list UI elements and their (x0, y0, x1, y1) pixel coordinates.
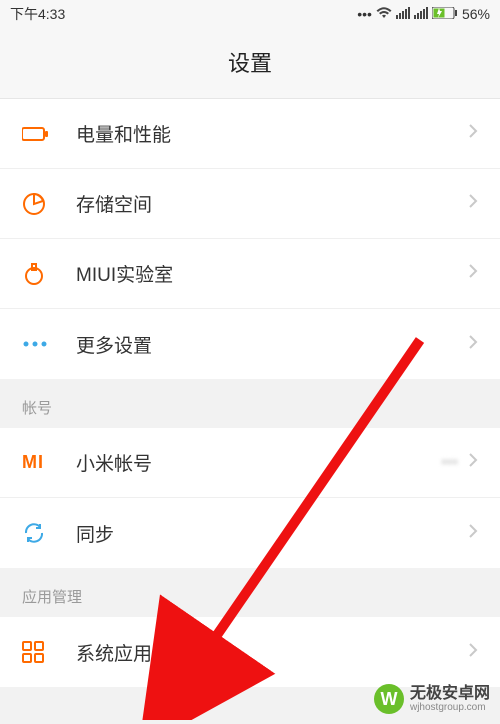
item-label: 同步 (58, 520, 468, 547)
battery-icon (22, 126, 58, 142)
item-system-apps[interactable]: 系统应用 (0, 617, 500, 687)
item-label: 系统应用 (58, 639, 468, 666)
signal-icon (396, 6, 410, 22)
page-title: 设置 (0, 28, 500, 99)
item-more-settings[interactable]: 更多设置 (0, 309, 500, 379)
item-label: 电量和性能 (58, 120, 468, 147)
battery-charging-icon (432, 6, 458, 22)
watermark-url: wjhostgroup.com (410, 702, 490, 713)
sync-icon (22, 521, 58, 545)
chevron-right-icon (468, 193, 478, 214)
settings-group-0: 电量和性能 存储空间 MIUI实验室 更多设置 (0, 99, 500, 379)
item-value: ••• (441, 454, 468, 472)
item-storage[interactable]: 存储空间 (0, 169, 500, 239)
item-sync[interactable]: 同步 (0, 498, 500, 568)
section-header-apps: 应用管理 (0, 568, 500, 617)
signal2-icon (414, 6, 428, 22)
apps-icon (22, 641, 58, 663)
item-mi-account[interactable]: MI 小米帐号 ••• (0, 428, 500, 498)
chevron-right-icon (468, 263, 478, 284)
watermark: W 无极安卓网 wjhostgroup.com (374, 684, 490, 714)
more-icon (22, 340, 58, 348)
storage-icon (22, 192, 58, 216)
item-label: MIUI实验室 (58, 260, 468, 287)
chevron-right-icon (468, 523, 478, 544)
chevron-right-icon (468, 452, 478, 473)
status-time: 下午4:33 (10, 4, 65, 24)
status-bar: 下午4:33 ••• 56% (0, 0, 500, 28)
wifi-icon (376, 6, 392, 22)
watermark-title: 无极安卓网 (410, 685, 490, 703)
section-header-account: 帐号 (0, 379, 500, 428)
more-dots-icon: ••• (357, 6, 372, 22)
settings-group-1: MI 小米帐号 ••• 同步 (0, 428, 500, 568)
chevron-right-icon (468, 123, 478, 144)
chevron-right-icon (468, 642, 478, 663)
item-battery-performance[interactable]: 电量和性能 (0, 99, 500, 169)
settings-group-2: 系统应用 (0, 617, 500, 687)
lab-icon (22, 262, 58, 286)
item-miui-lab[interactable]: MIUI实验室 (0, 239, 500, 309)
status-right: ••• 56% (357, 6, 490, 22)
mi-icon: MI (22, 452, 58, 473)
item-label: 更多设置 (58, 331, 468, 358)
item-label: 存储空间 (58, 190, 468, 217)
battery-pct: 56% (462, 6, 490, 22)
item-label: 小米帐号 (58, 449, 441, 476)
watermark-logo-icon: W (374, 684, 404, 714)
chevron-right-icon (468, 334, 478, 355)
